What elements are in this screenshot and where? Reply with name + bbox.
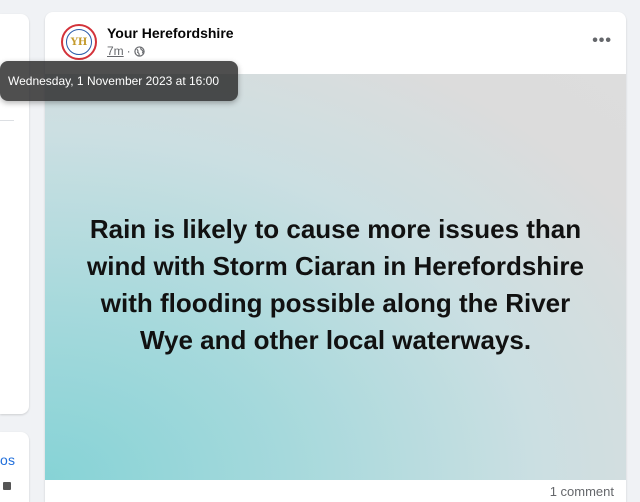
page-name-link[interactable]: Your Herefordshire — [107, 25, 234, 41]
sidebar-link[interactable]: os — [0, 452, 15, 468]
post-footer — [45, 480, 626, 492]
globe-icon[interactable] — [133, 45, 145, 57]
sidebar-thumbnail-icon[interactable] — [3, 482, 11, 490]
timestamp-link[interactable]: 7m — [107, 44, 124, 58]
post-image[interactable]: Rain is likely to cause more issues than… — [45, 74, 626, 480]
avatar-logo: YH — [66, 29, 92, 55]
more-options-icon[interactable]: ••• — [592, 32, 612, 50]
meta-separator: · — [126, 44, 131, 58]
post-meta: 7m · — [107, 44, 145, 58]
post-image-headline: Rain is likely to cause more issues than… — [87, 214, 584, 355]
tooltip-text: Wednesday, 1 November 2023 at 16:00 — [8, 74, 220, 88]
avatar[interactable]: YH — [61, 24, 97, 60]
divider — [0, 120, 14, 121]
timestamp-tooltip: Wednesday, 1 November 2023 at 16:00 — [0, 61, 238, 101]
